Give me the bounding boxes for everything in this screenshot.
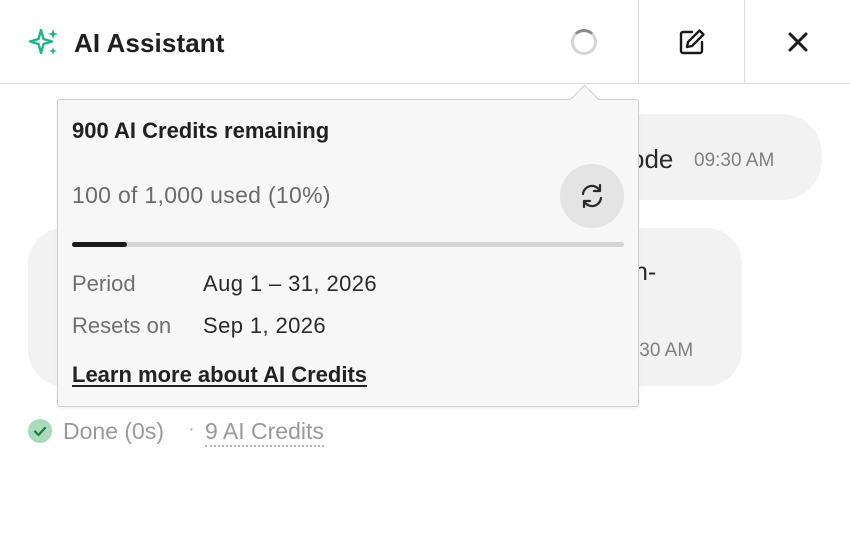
credits-remaining-title: 900 AI Credits remaining bbox=[72, 118, 330, 143]
credits-progress-bar bbox=[72, 242, 624, 247]
period-value: Aug 1 – 31, 2026 bbox=[203, 271, 377, 296]
assistant-header: AI Assistant bbox=[0, 0, 850, 84]
refresh-icon bbox=[581, 183, 603, 209]
period-label: Period bbox=[72, 271, 136, 296]
edit-icon bbox=[679, 29, 705, 55]
refresh-button[interactable] bbox=[560, 164, 624, 228]
panel-title: AI Assistant bbox=[74, 28, 225, 58]
status-separator: · bbox=[188, 418, 195, 440]
spinner-icon bbox=[571, 29, 597, 55]
done-status: Done (0s) bbox=[63, 418, 164, 444]
check-circle-icon bbox=[28, 419, 52, 443]
resets-on-label: Resets on bbox=[72, 313, 172, 338]
user-message-time: 09:30 AM bbox=[694, 150, 775, 171]
credits-used-link[interactable]: 9 AI Credits bbox=[205, 418, 324, 447]
new-chat-button[interactable] bbox=[639, 0, 744, 84]
assistant-message-time: :30 AM bbox=[634, 340, 694, 361]
learn-more-link[interactable]: Learn more about AI Credits bbox=[72, 362, 367, 388]
resets-on-value: Sep 1, 2026 bbox=[203, 313, 327, 338]
close-icon bbox=[788, 32, 807, 52]
close-button[interactable] bbox=[745, 0, 850, 84]
credits-progress-fill bbox=[72, 242, 128, 247]
credits-usage-text: 100 of 1,000 used (10%) bbox=[72, 182, 331, 208]
credits-popover bbox=[57, 99, 639, 407]
sparkle-icon bbox=[28, 28, 58, 55]
